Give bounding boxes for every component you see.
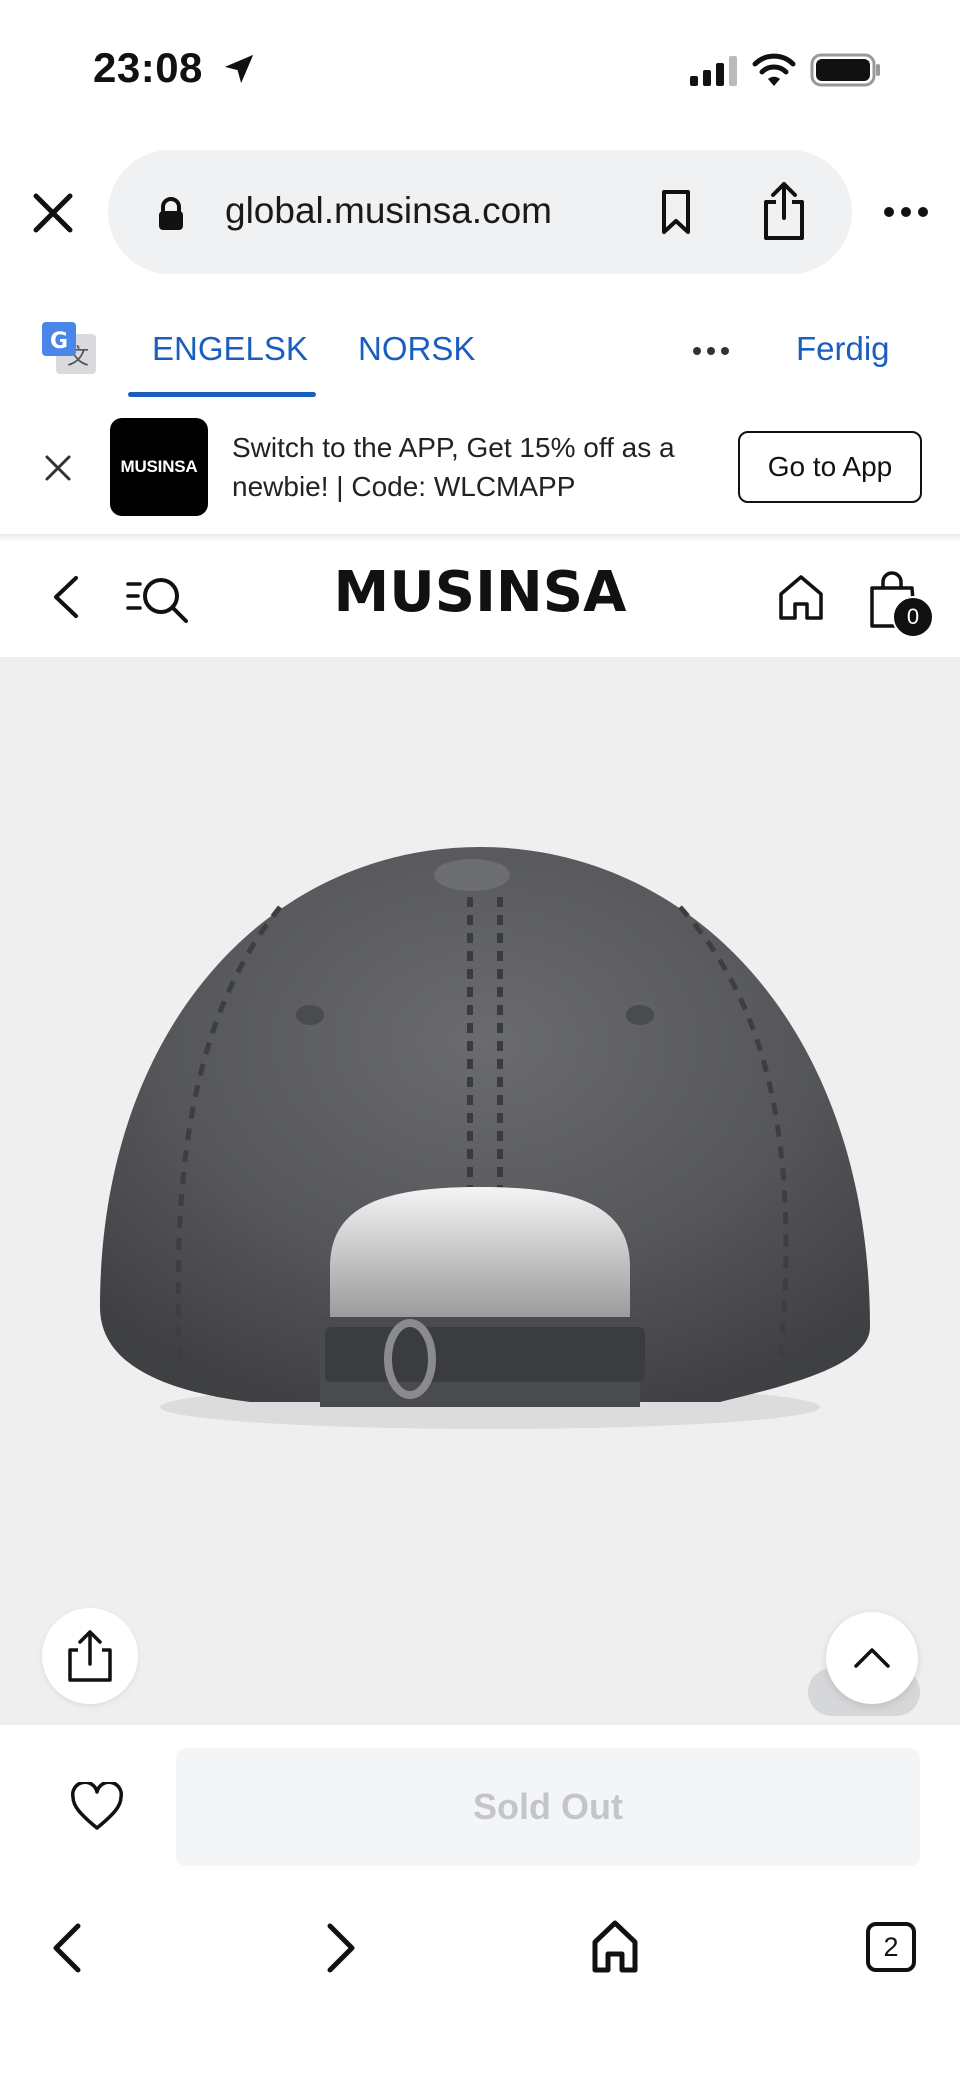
done-button[interactable]: Ferdig	[796, 330, 890, 368]
google-translate-icon: 文 G	[42, 322, 96, 374]
back-icon[interactable]	[50, 1920, 84, 1976]
active-tab-indicator	[128, 392, 316, 397]
tab-engelsk[interactable]: ENGELSK	[152, 330, 308, 368]
share-icon[interactable]	[760, 180, 808, 242]
app-banner-message: Switch to the APP, Get 15% off as a newb…	[232, 432, 675, 502]
tab-norsk[interactable]: NORSK	[358, 330, 475, 368]
close-icon[interactable]	[28, 188, 78, 238]
product-image[interactable]	[0, 657, 960, 1725]
more-icon[interactable]	[882, 204, 930, 220]
signal-icon	[690, 56, 737, 86]
wifi-icon	[752, 53, 796, 86]
forward-icon[interactable]	[324, 1920, 358, 1976]
svg-text:G: G	[50, 329, 68, 354]
divider	[0, 534, 960, 542]
status-time: 23:08	[93, 44, 203, 91]
sold-out-button[interactable]: Sold Out	[176, 1748, 920, 1866]
scroll-to-top-button[interactable]	[826, 1612, 918, 1704]
url-text[interactable]: global.musinsa.com	[225, 190, 552, 232]
bookmark-icon[interactable]	[656, 188, 696, 236]
location-arrow-icon	[224, 54, 254, 84]
share-button[interactable]	[42, 1608, 138, 1704]
chevron-up-icon	[854, 1648, 890, 1668]
cart-count-badge: 0	[892, 596, 934, 638]
cap-image	[100, 847, 870, 1429]
home-icon[interactable]	[590, 1918, 640, 1974]
home-icon[interactable]	[776, 572, 826, 622]
battery-icon	[810, 53, 880, 87]
more-icon[interactable]	[692, 344, 730, 358]
tabs-button[interactable]: 2	[866, 1922, 916, 1972]
share-icon	[68, 1630, 112, 1682]
app-logo: MUSINSA	[110, 418, 208, 516]
go-to-app-button[interactable]: Go to App	[738, 431, 922, 503]
close-icon[interactable]	[42, 452, 74, 484]
lock-icon	[159, 197, 183, 230]
heart-icon[interactable]	[70, 1782, 124, 1832]
